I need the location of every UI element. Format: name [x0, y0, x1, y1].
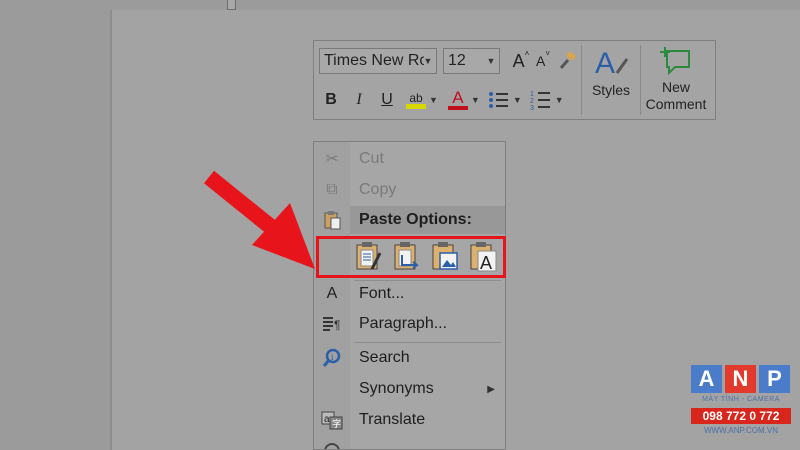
menu-item-translate[interactable]: a字 Translate	[314, 405, 505, 435]
svg-text:¶: ¶	[334, 318, 340, 332]
logo-letters: A N P	[691, 365, 791, 393]
bold-label: B	[325, 91, 337, 108]
svg-text:字: 字	[332, 418, 341, 429]
bullets-button[interactable]	[488, 88, 510, 112]
anp-logo: A N P MÁY TÍNH - CAMERA 098 772 0 772 WW…	[691, 365, 791, 445]
menu-item-link-partial[interactable]	[314, 436, 505, 449]
numbering-button[interactable]: 1 2 3	[530, 88, 552, 112]
pointer-arrow-icon	[203, 170, 315, 269]
menu-item-copy-label: Copy	[359, 181, 397, 198]
menu-item-paragraph-label: Paragraph...	[359, 315, 448, 332]
bullets-icon	[488, 92, 508, 108]
chevron-down-icon[interactable]: ▼	[422, 49, 434, 73]
new-comment-icon	[660, 47, 690, 76]
svg-text:2: 2	[530, 98, 534, 105]
chevron-down-icon[interactable]: ▼	[429, 95, 438, 105]
paragraph-icon: ¶	[314, 316, 350, 332]
format-painter-icon	[559, 51, 576, 69]
italic-label: I	[356, 91, 362, 108]
chevron-down-icon[interactable]: ▼	[513, 95, 522, 105]
menu-item-search[interactable]: i Search	[314, 343, 505, 373]
menu-item-cut[interactable]: ✂ Cut	[314, 144, 505, 174]
svg-text:3: 3	[530, 105, 534, 111]
chevron-right-icon: ▶	[487, 383, 495, 395]
grow-font-button[interactable]: A ˄	[512, 49, 530, 73]
svg-text:1: 1	[530, 91, 534, 98]
styles-label: Styles	[591, 82, 631, 98]
paste-options-header: Paste Options:	[314, 205, 505, 235]
toolbar-divider	[640, 45, 641, 115]
menu-item-synonyms-label: Synonyms	[359, 380, 434, 397]
logo-letter-p: P	[759, 365, 790, 393]
font-icon: A	[326, 285, 338, 302]
mini-toolbar: Times New Ro ▼ 12 ▼ A ˄ A ˅ B I U ab ▼ A…	[313, 40, 716, 120]
highlight-button[interactable]: ab	[406, 88, 426, 112]
paste-options-label: Paste Options:	[359, 211, 472, 228]
svg-text:a: a	[324, 414, 330, 425]
font-color-label: A	[452, 88, 464, 107]
highlight-color-bar	[406, 103, 426, 109]
chevron-down-icon[interactable]: ▼	[485, 49, 497, 73]
font-name-value: Times New Ro	[324, 52, 424, 69]
menu-item-paragraph[interactable]: ¶ Paragraph...	[314, 309, 505, 339]
menu-item-synonyms[interactable]: Synonyms ▶	[314, 374, 505, 404]
underline-button[interactable]: U	[378, 88, 396, 112]
toolbar-divider	[581, 45, 582, 115]
logo-phone: 098 772 0 772	[691, 408, 791, 424]
svg-text:i: i	[331, 352, 334, 362]
new-comment-label-line1: New	[661, 79, 690, 95]
font-size-value: 12	[448, 52, 466, 69]
logo-letter-a: A	[691, 365, 722, 393]
font-color-button[interactable]: A	[447, 88, 468, 112]
paste-options-highlight	[316, 236, 506, 278]
logo-website: WWW.ANP.COM.VN	[703, 426, 779, 435]
numbering-icon: 1 2 3	[530, 91, 550, 111]
menu-item-search-label: Search	[359, 349, 410, 366]
link-icon	[314, 441, 350, 449]
styles-button[interactable]: A Styles	[586, 45, 636, 115]
underline-label: U	[381, 91, 393, 108]
bold-button[interactable]: B	[322, 88, 340, 112]
translate-icon: a字	[314, 410, 350, 430]
svg-text:A: A	[595, 47, 615, 80]
new-comment-button[interactable]: New Comment	[642, 45, 710, 115]
menu-item-copy[interactable]: ⧉ Copy	[314, 175, 505, 205]
styles-icon: A	[595, 47, 629, 80]
font-color-bar	[447, 106, 468, 110]
shrink-font-label: A	[535, 53, 546, 69]
margin-marker[interactable]	[227, 0, 236, 10]
menu-item-translate-label: Translate	[359, 411, 426, 428]
font-name-combo[interactable]: Times New Ro ▼	[319, 48, 437, 74]
font-size-combo[interactable]: 12 ▼	[443, 48, 500, 74]
shrink-font-button[interactable]: A ˅	[534, 49, 552, 73]
format-painter-button[interactable]	[556, 49, 578, 73]
new-comment-label-line2: Comment	[645, 96, 707, 112]
menu-item-font[interactable]: A Font...	[314, 279, 505, 309]
context-menu: ✂ Cut ⧉ Copy Paste Options: A A Font... …	[313, 141, 506, 450]
grow-font-label: A	[512, 50, 525, 71]
highlight-label: ab	[409, 90, 423, 105]
logo-tagline: MÁY TÍNH - CAMERA	[702, 396, 780, 403]
italic-button[interactable]: I	[350, 88, 368, 112]
chevron-down-icon[interactable]: ▼	[555, 95, 564, 105]
chevron-down-icon[interactable]: ▼	[471, 95, 480, 105]
menu-item-font-label: Font...	[359, 285, 405, 302]
menu-item-cut-label: Cut	[359, 150, 384, 167]
logo-letter-n: N	[725, 365, 756, 393]
search-icon: i	[314, 348, 350, 368]
